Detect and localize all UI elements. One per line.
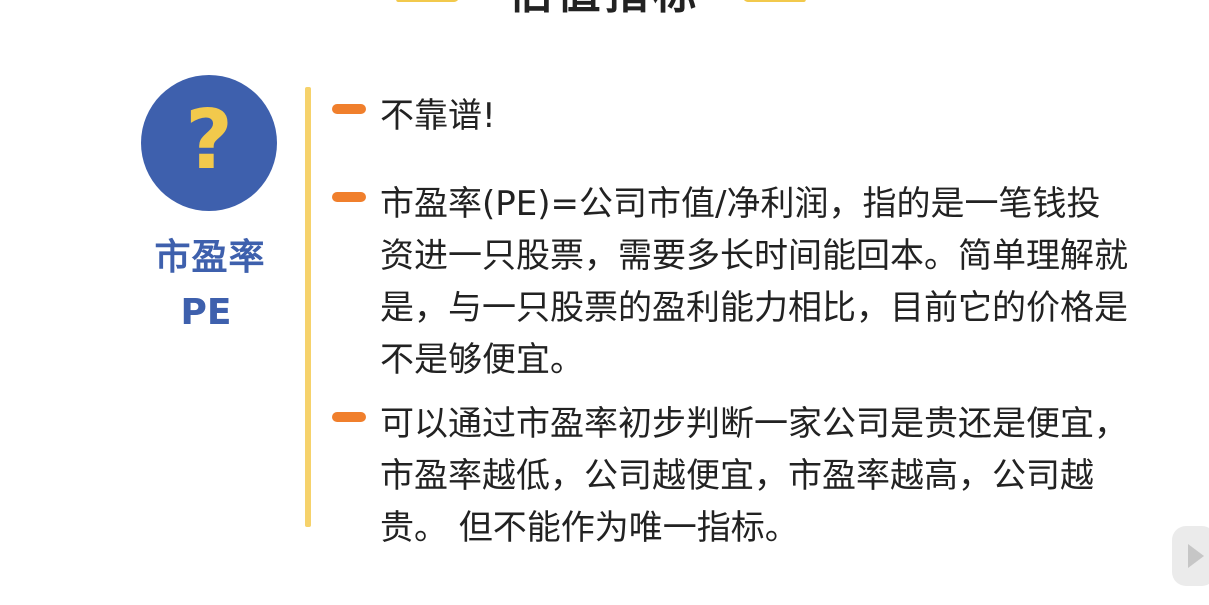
dash-bullet-icon [332,412,366,422]
metric-label-en: PE [180,292,232,333]
question-mark-glyph: ? [185,93,233,188]
title-band: 估值指标 [0,0,1209,26]
dash-bullet-icon [332,104,366,114]
metric-label-cn: 市盈率 [154,237,266,278]
title-decoration-right [739,0,807,2]
bullet-text: 可以通过市盈率初步判断一家公司是贵还是便宜，市盈率越低，公司越便宜，市盈率越高，… [380,404,1128,548]
play-icon[interactable] [1172,526,1209,586]
slide: 估值指标 ? 市盈率 PE 不靠谱! 市盈率(PE)=公司市值/净利润，指的是一… [0,0,1209,605]
bullet-text: 市盈率(PE)=公司市值/净利润，指的是一笔钱投资进一只股票，需要多长时间能回本… [380,184,1128,380]
vertical-divider [305,87,311,527]
dash-bullet-icon [332,192,366,202]
question-mark-icon: ? [141,75,277,211]
bullet-text: 不靠谱! [380,96,496,136]
page-title: 估值指标 [0,0,1209,22]
